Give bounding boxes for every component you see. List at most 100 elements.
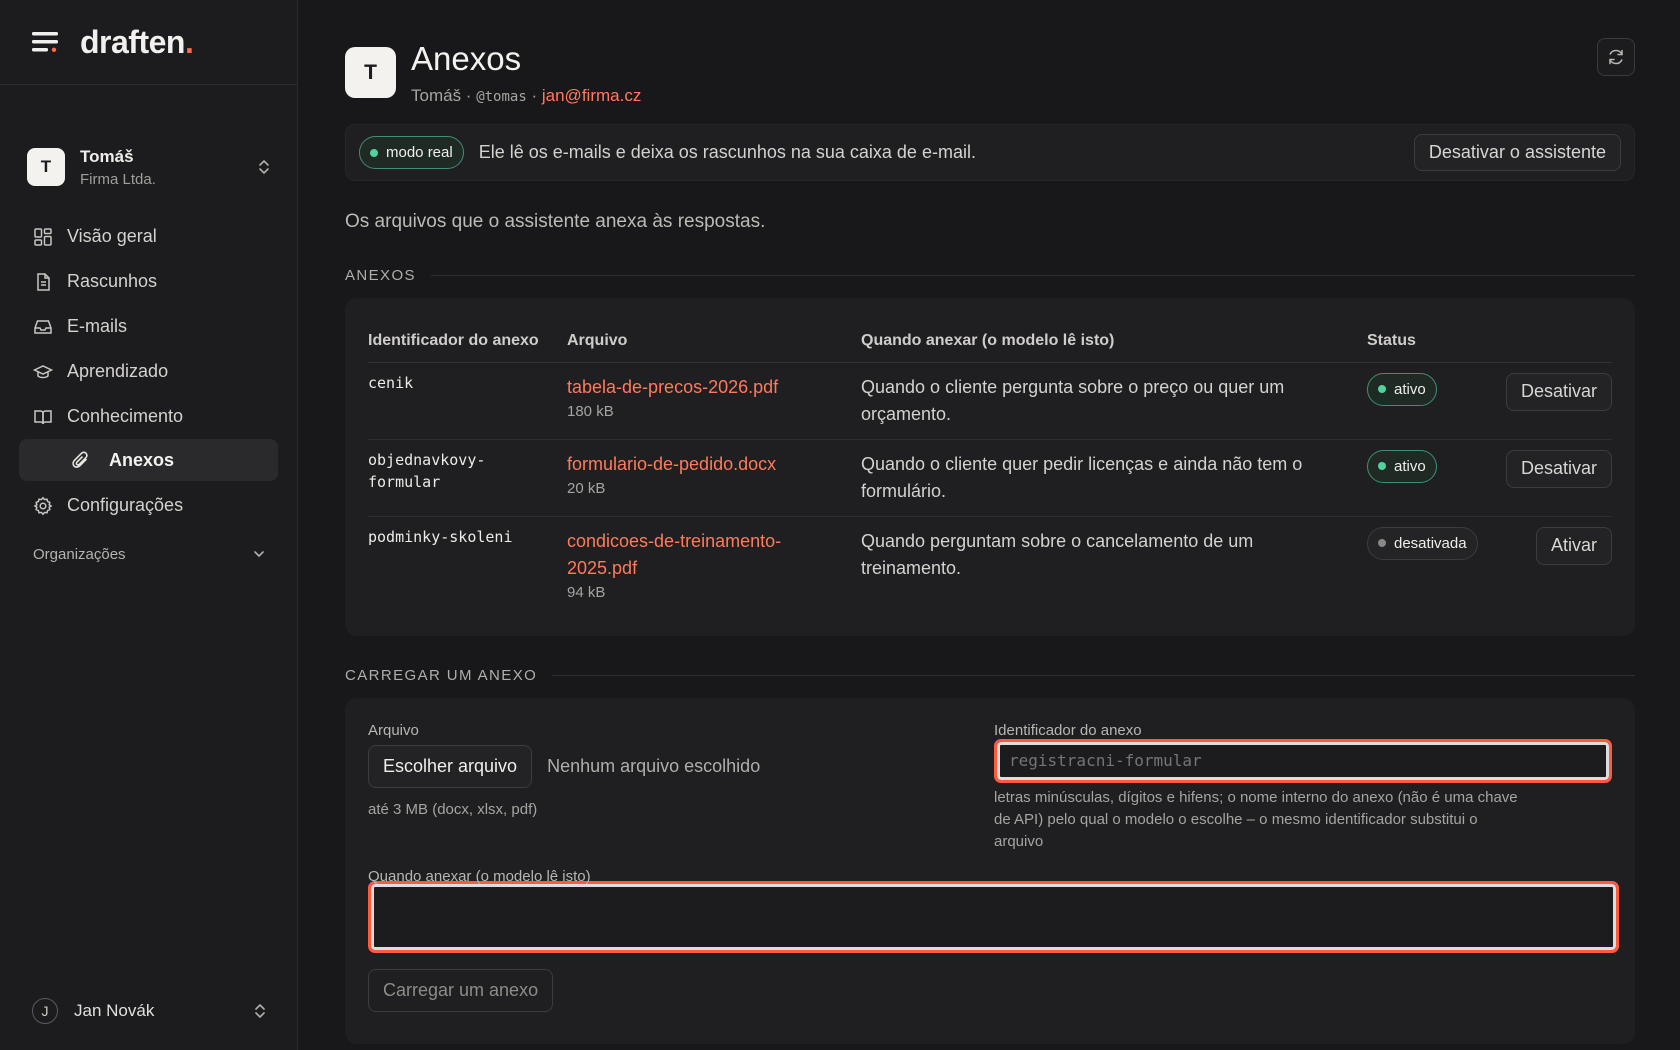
attachment-action-cell: Desativar: [1487, 439, 1612, 517]
page-description: Os arquivos que o assistente anexa às re…: [345, 211, 766, 232]
attachments-table: Identificador do anexo Arquivo Quando an…: [368, 320, 1612, 614]
table-row: podminky-skoleni condicoes-de-treinament…: [368, 516, 1612, 614]
table-row: cenik tabela-de-precos-2026.pdf 180 kB Q…: [368, 362, 1612, 440]
inbox-icon: [34, 319, 52, 334]
chevron-down-icon: [254, 551, 264, 557]
activate-attachment-button[interactable]: Ativar: [1535, 526, 1612, 565]
section-label: Organizações: [33, 545, 126, 563]
page-subtitle: Tomáš · @tomas · jan@firma.cz: [411, 86, 641, 106]
org-company-name: Firma Ltda.: [80, 170, 156, 188]
org-user-name: Tomáš: [80, 146, 134, 166]
page-header: T Anexos Tomáš · @tomas · jan@firma.cz: [345, 38, 1635, 114]
banner-text: Ele lê os e-mails e deixa os rascunhos n…: [478, 142, 976, 162]
section-title: CARREGAR UM ANEXO: [345, 666, 538, 684]
user-name: Jan Novák: [74, 1001, 155, 1020]
org-avatar: T: [27, 148, 65, 186]
logo[interactable]: draften.: [80, 24, 194, 61]
file-link[interactable]: tabela-de-precos-2026.pdf: [567, 374, 861, 401]
graduation-cap-icon: [33, 364, 53, 378]
paperclip-icon: [72, 451, 88, 468]
document-icon: [37, 272, 50, 291]
org-switcher[interactable]: T Tomáš Firma Ltda.: [0, 85, 297, 219]
column-header: Identificador do anexo: [368, 320, 567, 363]
main-content: T Anexos Tomáš · @tomas · jan@firma.cz m…: [345, 0, 1635, 1044]
sidebar-item-knowledge[interactable]: Conhecimento: [19, 394, 278, 439]
file-link[interactable]: formulario-de-pedido.docx: [567, 451, 861, 478]
sidebar: draften. T Tomáš Firma Ltda. Visão geral…: [0, 0, 298, 1050]
file-size: 20 kB: [567, 479, 606, 497]
choose-file-button[interactable]: Escolher arquivo: [368, 744, 533, 788]
sidebar-item-settings[interactable]: Configurações: [19, 483, 278, 528]
sidebar-item-overview[interactable]: Visão geral: [19, 214, 278, 259]
book-icon: [34, 409, 52, 424]
when-textarea[interactable]: [368, 880, 1619, 953]
table-header-row: Identificador do anexo Arquivo Quando an…: [368, 320, 1612, 363]
page-title: Anexos: [411, 40, 522, 77]
chevron-up-down-icon: [259, 160, 269, 174]
attachment-action-cell: Ativar: [1487, 516, 1612, 614]
sidebar-item-learning[interactable]: Aprendizado: [19, 349, 278, 394]
divider: [552, 674, 1635, 676]
sidebar-nav: Visão geral Rascunhos E-mails Aprendizad…: [0, 214, 297, 578]
sidebar-item-label: Aprendizado: [67, 361, 169, 381]
grid-icon: [34, 227, 52, 246]
identifier-hint: letras minúsculas, dígitos e hifens; o n…: [994, 788, 1518, 850]
file-size: 94 kB: [567, 583, 606, 601]
chevron-up-down-icon: [255, 1004, 265, 1018]
table-row: objednavkovy-formular formulario-de-pedi…: [368, 439, 1612, 517]
user-handle: @tomas: [476, 89, 527, 105]
status-badge: ativo: [1367, 372, 1437, 406]
sidebar-item-label: Rascunhos: [67, 271, 158, 291]
column-header: Status: [1367, 320, 1487, 363]
column-header-actions: [1487, 320, 1612, 363]
sidebar-item-label: E-mails: [67, 316, 128, 336]
attachment-identifier: cenik: [368, 362, 567, 440]
sidebar-item-emails[interactable]: E-mails: [19, 304, 278, 349]
identifier-input[interactable]: [1009, 751, 1609, 770]
assistant-banner: modo real Ele lê os e-mails e deixa os r…: [345, 124, 1635, 181]
attachments-section-heading: ANEXOS: [345, 267, 1635, 284]
upload-form-card: Arquivo Escolher arquivo Nenhum arquivo …: [345, 697, 1635, 1044]
attachment-file-cell: condicoes-de-treinamento- 2025.pdf 94 kB: [567, 516, 861, 614]
attachment-file-cell: tabela-de-precos-2026.pdf 180 kB: [567, 362, 861, 440]
attachment-status-cell: desativada: [1367, 516, 1487, 614]
deactivate-attachment-button[interactable]: Desativar: [1505, 372, 1612, 411]
separator: ·: [461, 86, 477, 105]
file-label: Arquivo: [368, 721, 419, 739]
deactivate-attachment-button[interactable]: Desativar: [1505, 449, 1612, 488]
refresh-icon: [1609, 49, 1623, 65]
attachment-when: Quando o cliente quer pedir licenças e a…: [861, 439, 1367, 517]
attachment-action-cell: Desativar: [1487, 362, 1612, 440]
attachment-status-cell: ativo: [1367, 362, 1487, 440]
mode-label: modo real: [386, 144, 453, 161]
attachments-table-card: Identificador do anexo Arquivo Quando an…: [345, 298, 1635, 636]
identifier-field[interactable]: [994, 738, 1612, 783]
refresh-button[interactable]: [1597, 38, 1635, 76]
deactivate-assistant-button[interactable]: Desativar o assistente: [1413, 134, 1621, 171]
menu-icon[interactable]: [32, 30, 60, 54]
status-badge: ativo: [1367, 449, 1437, 483]
attachment-file-cell: formulario-de-pedido.docx 20 kB: [567, 439, 861, 517]
upload-attachment-button[interactable]: Carregar um anexo: [368, 968, 554, 1012]
sidebar-item-label: Conhecimento: [67, 406, 184, 426]
sidebar-item-label: Configurações: [67, 495, 184, 515]
status-badge: desativada: [1367, 526, 1478, 560]
sidebar-section-organizations[interactable]: Organizações: [19, 530, 278, 578]
status-dot: [370, 148, 378, 157]
file-size: 180 kB: [567, 402, 614, 420]
attachment-when: Quando perguntam sobre o cancelamento de…: [861, 530, 1254, 578]
no-file-text: Nenhum arquivo escolhido: [547, 755, 761, 776]
attachment-identifier: podminky-skoleni: [368, 527, 513, 546]
section-title: ANEXOS: [345, 267, 416, 284]
sidebar-item-drafts[interactable]: Rascunhos: [19, 259, 278, 304]
header-user-name: Tomáš: [411, 86, 462, 105]
avatar: J: [32, 998, 58, 1024]
user-email[interactable]: jan@firma.cz: [542, 86, 641, 105]
sidebar-item-attachments[interactable]: Anexos: [19, 439, 278, 481]
column-header: Arquivo: [567, 320, 861, 363]
file-link[interactable]: condicoes-de-treinamento- 2025.pdf: [567, 528, 861, 582]
user-menu[interactable]: J Jan Novák: [32, 998, 267, 1024]
attachment-when: Quando o cliente pergunta sobre o preço …: [861, 362, 1367, 440]
mode-badge: modo real: [359, 136, 464, 169]
brand-bar: draften.: [0, 0, 297, 85]
